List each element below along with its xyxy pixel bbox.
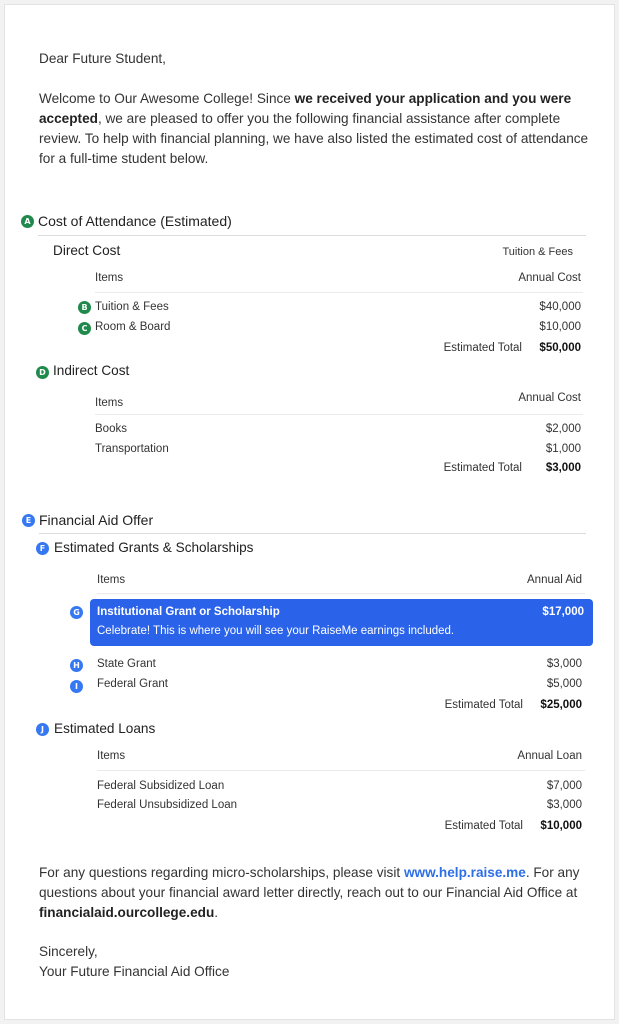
grants-total-label: Estimated Total — [444, 699, 523, 711]
award-letter-card: Dear Future Student, Welcome to Our Awes… — [4, 4, 615, 1020]
row-transportation-value: $1,000 — [545, 443, 581, 455]
badge-f: F — [36, 542, 49, 555]
grants-col-annual-aid: Annual Aid — [527, 574, 582, 586]
direct-cost-title: Direct Cost — [53, 243, 121, 258]
loans-col-annual-loan: Annual Loan — [517, 750, 582, 762]
cost-of-attendance-title: Cost of Attendance (Estimated) — [38, 213, 232, 229]
badge-g: G — [70, 606, 83, 619]
grants-title: Estimated Grants & Scholarships — [54, 540, 254, 555]
row-federal-grant-value: $5,000 — [546, 678, 582, 690]
badge-d: D — [36, 366, 49, 379]
loans-col-items: Items — [97, 750, 126, 762]
row-books-label: Books — [95, 423, 127, 435]
indirect-col-annual-cost: Annual Cost — [518, 392, 581, 404]
row-room-board-value: $10,000 — [539, 321, 581, 333]
direct-col-items: Items — [95, 272, 124, 284]
badge-c: C — [78, 322, 91, 335]
row-state-grant-value: $3,000 — [546, 658, 582, 670]
row-tuition-fees-label: Tuition & Fees — [95, 301, 169, 313]
row-unsubsidized-loan-value: $3,000 — [546, 799, 582, 811]
row-subsidized-loan-value: $7,000 — [546, 780, 582, 792]
grants-total-value: $25,000 — [540, 699, 582, 711]
table-divider — [95, 292, 583, 293]
badge-i: I — [70, 680, 83, 693]
direct-col-annual-cost: Annual Cost — [518, 272, 581, 284]
table-divider — [95, 414, 583, 415]
row-transportation-label: Transportation — [95, 443, 169, 455]
table-divider — [97, 593, 585, 594]
row-subsidized-loan-label: Federal Subsidized Loan — [97, 780, 225, 792]
intro-paragraph: Welcome to Our Awesome College! Since we… — [39, 89, 594, 169]
signature: Your Future Financial Aid Office — [39, 964, 230, 979]
row-room-board-label: Room & Board — [95, 321, 171, 333]
intro-text-2: , we are pleased to offer you the follow… — [39, 111, 589, 166]
loans-title: Estimated Loans — [54, 721, 156, 736]
indirect-col-items: Items — [95, 397, 124, 409]
direct-total-value: $50,000 — [539, 342, 581, 354]
closing-text-3: . — [214, 905, 219, 920]
greeting: Dear Future Student, — [39, 51, 166, 66]
row-unsubsidized-loan-label: Federal Unsubsidized Loan — [97, 799, 238, 811]
row-federal-grant-label: Federal Grant — [97, 678, 168, 690]
direct-total-label: Estimated Total — [443, 342, 522, 354]
badge-h: H — [70, 659, 83, 672]
direct-cost-tag: Tuition & Fees — [502, 246, 573, 258]
loans-total-value: $10,000 — [540, 820, 582, 832]
signoff: Sincerely, — [39, 944, 98, 959]
section-divider — [39, 533, 586, 534]
badge-j: J — [36, 723, 49, 736]
row-books-value: $2,000 — [545, 423, 581, 435]
financial-aid-title: Financial Aid Offer — [39, 512, 154, 528]
institutional-grant-label: Institutional Grant or Scholarship — [97, 606, 280, 618]
help-link[interactable]: www.help.raise.me — [404, 865, 526, 880]
closing-text-1: For any questions regarding micro-schola… — [39, 865, 404, 880]
loans-total-label: Estimated Total — [444, 820, 523, 832]
grants-col-items: Items — [97, 574, 126, 586]
badge-e: E — [22, 514, 35, 527]
financial-aid-email: financialaid.ourcollege.edu — [39, 905, 215, 920]
indirect-total-value: $3,000 — [545, 462, 581, 474]
row-tuition-fees-value: $40,000 — [539, 301, 581, 313]
institutional-grant-value: $17,000 — [542, 606, 584, 618]
raiseme-note: Celebrate! This is where you will see yo… — [97, 625, 455, 637]
intro-text-1: Welcome to Our Awesome College! Since — [39, 91, 295, 106]
indirect-cost-title: Indirect Cost — [53, 363, 130, 378]
row-state-grant-label: State Grant — [97, 658, 156, 670]
indirect-total-label: Estimated Total — [443, 462, 522, 474]
institutional-grant-highlight: Institutional Grant or Scholarship $17,0… — [90, 599, 593, 646]
badge-a: A — [21, 215, 34, 228]
badge-b: B — [78, 301, 91, 314]
table-divider — [97, 770, 585, 771]
section-divider — [38, 235, 586, 236]
closing-paragraph: For any questions regarding micro-schola… — [39, 863, 594, 923]
